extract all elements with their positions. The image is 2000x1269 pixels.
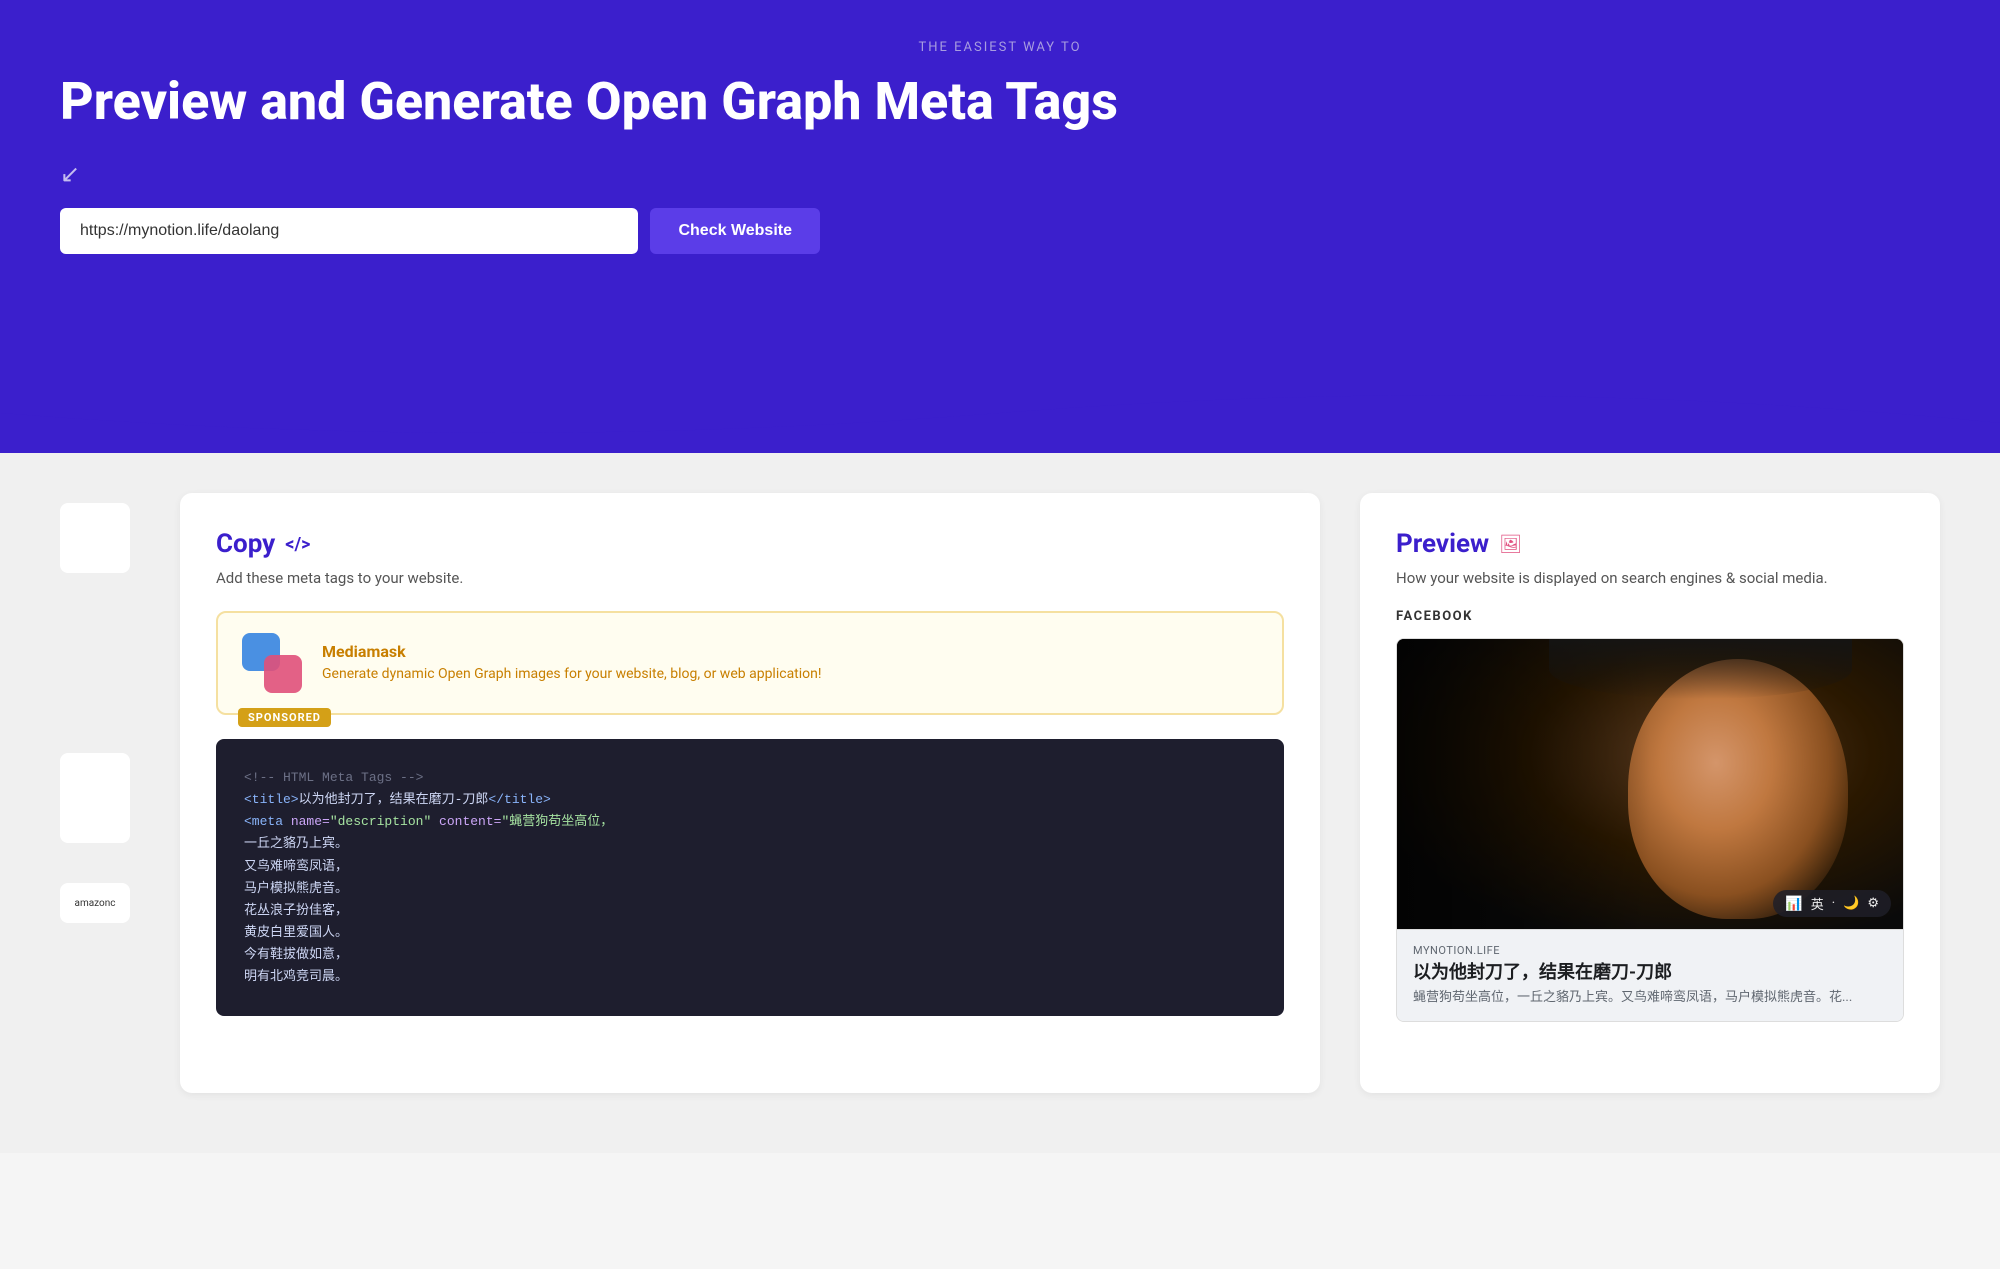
- header: THE EASIEST WAY TO Preview and Generate …: [0, 0, 2000, 374]
- sidebar-amazon: amazonc: [60, 883, 130, 923]
- tray-lang: 英: [1811, 894, 1824, 913]
- fb-site-name: MYNOTION.LIFE: [1413, 944, 1887, 957]
- fb-card-image: 📊 英 · 🌙 ⚙: [1397, 639, 1903, 929]
- search-row: Check Website: [60, 208, 820, 254]
- code-title-content: 以为他封刀了，结果在磨刀-刀郎: [299, 792, 489, 807]
- url-input[interactable]: [60, 208, 638, 254]
- sponsor-box[interactable]: Mediamask Generate dynamic Open Graph im…: [216, 611, 1284, 715]
- code-content-line4: 马户模拟熊虎音。: [244, 881, 348, 896]
- face-illustration: [1397, 639, 1903, 929]
- check-website-button[interactable]: Check Website: [650, 208, 820, 254]
- facebook-preview-card: 📊 英 · 🌙 ⚙ MYNOTION.LIFE 以为他封刀了，结果在磨刀-刀郎 …: [1396, 638, 1904, 1022]
- tray-gear: ⚙: [1867, 896, 1879, 911]
- copy-section: Copy </> Add these meta tags to your web…: [180, 493, 1320, 1093]
- fb-card-bottom: MYNOTION.LIFE 以为他封刀了，结果在磨刀-刀郎 蝇营狗苟坐高位，一丘…: [1397, 929, 1903, 1021]
- hat-shadow: [1549, 639, 1853, 699]
- code-meta-name-attr: name=: [291, 814, 330, 829]
- sidebar-ad-2: [60, 753, 130, 843]
- preview-subtitle: How your website is displayed on search …: [1396, 569, 1904, 587]
- platform-label: FACEBOOK: [1396, 609, 1904, 624]
- copy-title: Copy: [216, 529, 275, 559]
- face-light: [1628, 659, 1848, 919]
- tray-dots: ·: [1832, 896, 1835, 911]
- header-subtitle: THE EASIEST WAY TO: [60, 40, 1940, 55]
- code-meta-name-value: "description": [330, 814, 431, 829]
- code-content-line5: 花丛浪子扮佳客，: [244, 903, 348, 918]
- image-icon: 🖼: [1499, 534, 1522, 555]
- copy-subtitle: Add these meta tags to your website.: [216, 569, 1284, 587]
- sponsor-name: Mediamask: [322, 642, 1258, 661]
- code-meta-content-attr: content=: [431, 814, 501, 829]
- fb-card-title: 以为他封刀了，结果在磨刀-刀郎: [1413, 961, 1887, 984]
- main-content: amazonc Copy </> Add these meta tags to …: [0, 453, 2000, 1153]
- code-content-line3: 又鸟难啼鸾凤语，: [244, 859, 348, 874]
- copy-section-header: Copy </>: [216, 529, 1284, 559]
- code-content-line2: 一丘之貉乃上宾。: [244, 836, 348, 851]
- system-tray-overlay: 📊 英 · 🌙 ⚙: [1773, 890, 1891, 917]
- tray-moon: 🌙: [1843, 896, 1859, 911]
- code-title-close: </title>: [488, 792, 550, 807]
- arrow-decoration: ↙: [60, 160, 80, 188]
- code-block: <!-- HTML Meta Tags --> <title>以为他封刀了，结果…: [216, 739, 1284, 1016]
- code-title-open: <title>: [244, 792, 299, 807]
- sponsor-description: Generate dynamic Open Graph images for y…: [322, 665, 1258, 685]
- code-content-line6: 黄皮白里爱国人。: [244, 925, 348, 940]
- fb-card-description: 蝇营狗苟坐高位，一丘之貉乃上宾。又鸟难啼鸾凤语，马户模拟熊虎音。花...: [1413, 989, 1887, 1007]
- preview-section: Preview 🖼 How your website is displayed …: [1360, 493, 1940, 1093]
- preview-title: Preview: [1396, 529, 1489, 559]
- page-title: Preview and Generate Open Graph Meta Tag…: [60, 73, 1940, 130]
- sponsored-badge: SPONSORED: [238, 708, 331, 727]
- code-comment-line: <!-- HTML Meta Tags -->: [244, 770, 423, 785]
- wave-decoration: [0, 373, 2000, 453]
- sponsor-logo: [242, 633, 302, 693]
- code-meta-content-value: "蝇营狗苟坐高位，: [501, 814, 613, 829]
- code-content-line7: 今有鞋拔做如意，: [244, 947, 348, 962]
- code-content-line8: 明有北鸡竞司晨。: [244, 969, 348, 984]
- code-meta-open: <meta: [244, 814, 291, 829]
- tray-app-icon: 📊: [1785, 896, 1802, 912]
- code-icon: </>: [285, 534, 310, 555]
- logo-pink-shape: [264, 655, 302, 693]
- preview-header: Preview 🖼: [1396, 529, 1904, 559]
- sidebar-ad-1: [60, 503, 130, 573]
- sponsor-text: Mediamask Generate dynamic Open Graph im…: [322, 642, 1258, 685]
- left-sidebar: amazonc: [60, 493, 140, 1093]
